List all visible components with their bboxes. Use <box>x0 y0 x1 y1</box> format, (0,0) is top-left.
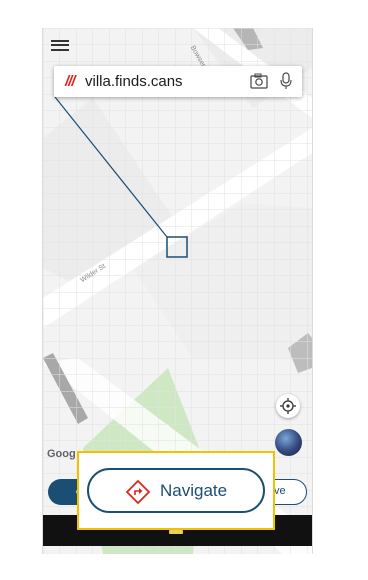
search-bar[interactable]: /// villa.finds.cans <box>54 66 302 97</box>
globe-icon[interactable] <box>275 429 302 456</box>
phone-screen: Wilder St Bowser /// villa.finds.cans Go… <box>42 28 313 554</box>
navigate-label: Navigate <box>160 481 228 500</box>
highlight-overlay: Navigate <box>77 451 275 530</box>
right-pill-label: ve <box>274 485 286 497</box>
menu-icon[interactable] <box>51 37 69 53</box>
google-attribution: Goog <box>47 448 76 460</box>
three-word-address[interactable]: villa.finds.cans <box>85 73 183 90</box>
home-indicator[interactable] <box>169 530 183 534</box>
microphone-icon[interactable] <box>280 72 292 90</box>
navigate-button[interactable]: Navigate <box>87 468 265 513</box>
crosshair-icon <box>280 398 296 414</box>
brand-slashes: /// <box>65 73 75 90</box>
camera-icon[interactable] <box>250 73 268 89</box>
crosshair-button[interactable] <box>276 394 300 418</box>
navigate-icon <box>126 480 150 504</box>
